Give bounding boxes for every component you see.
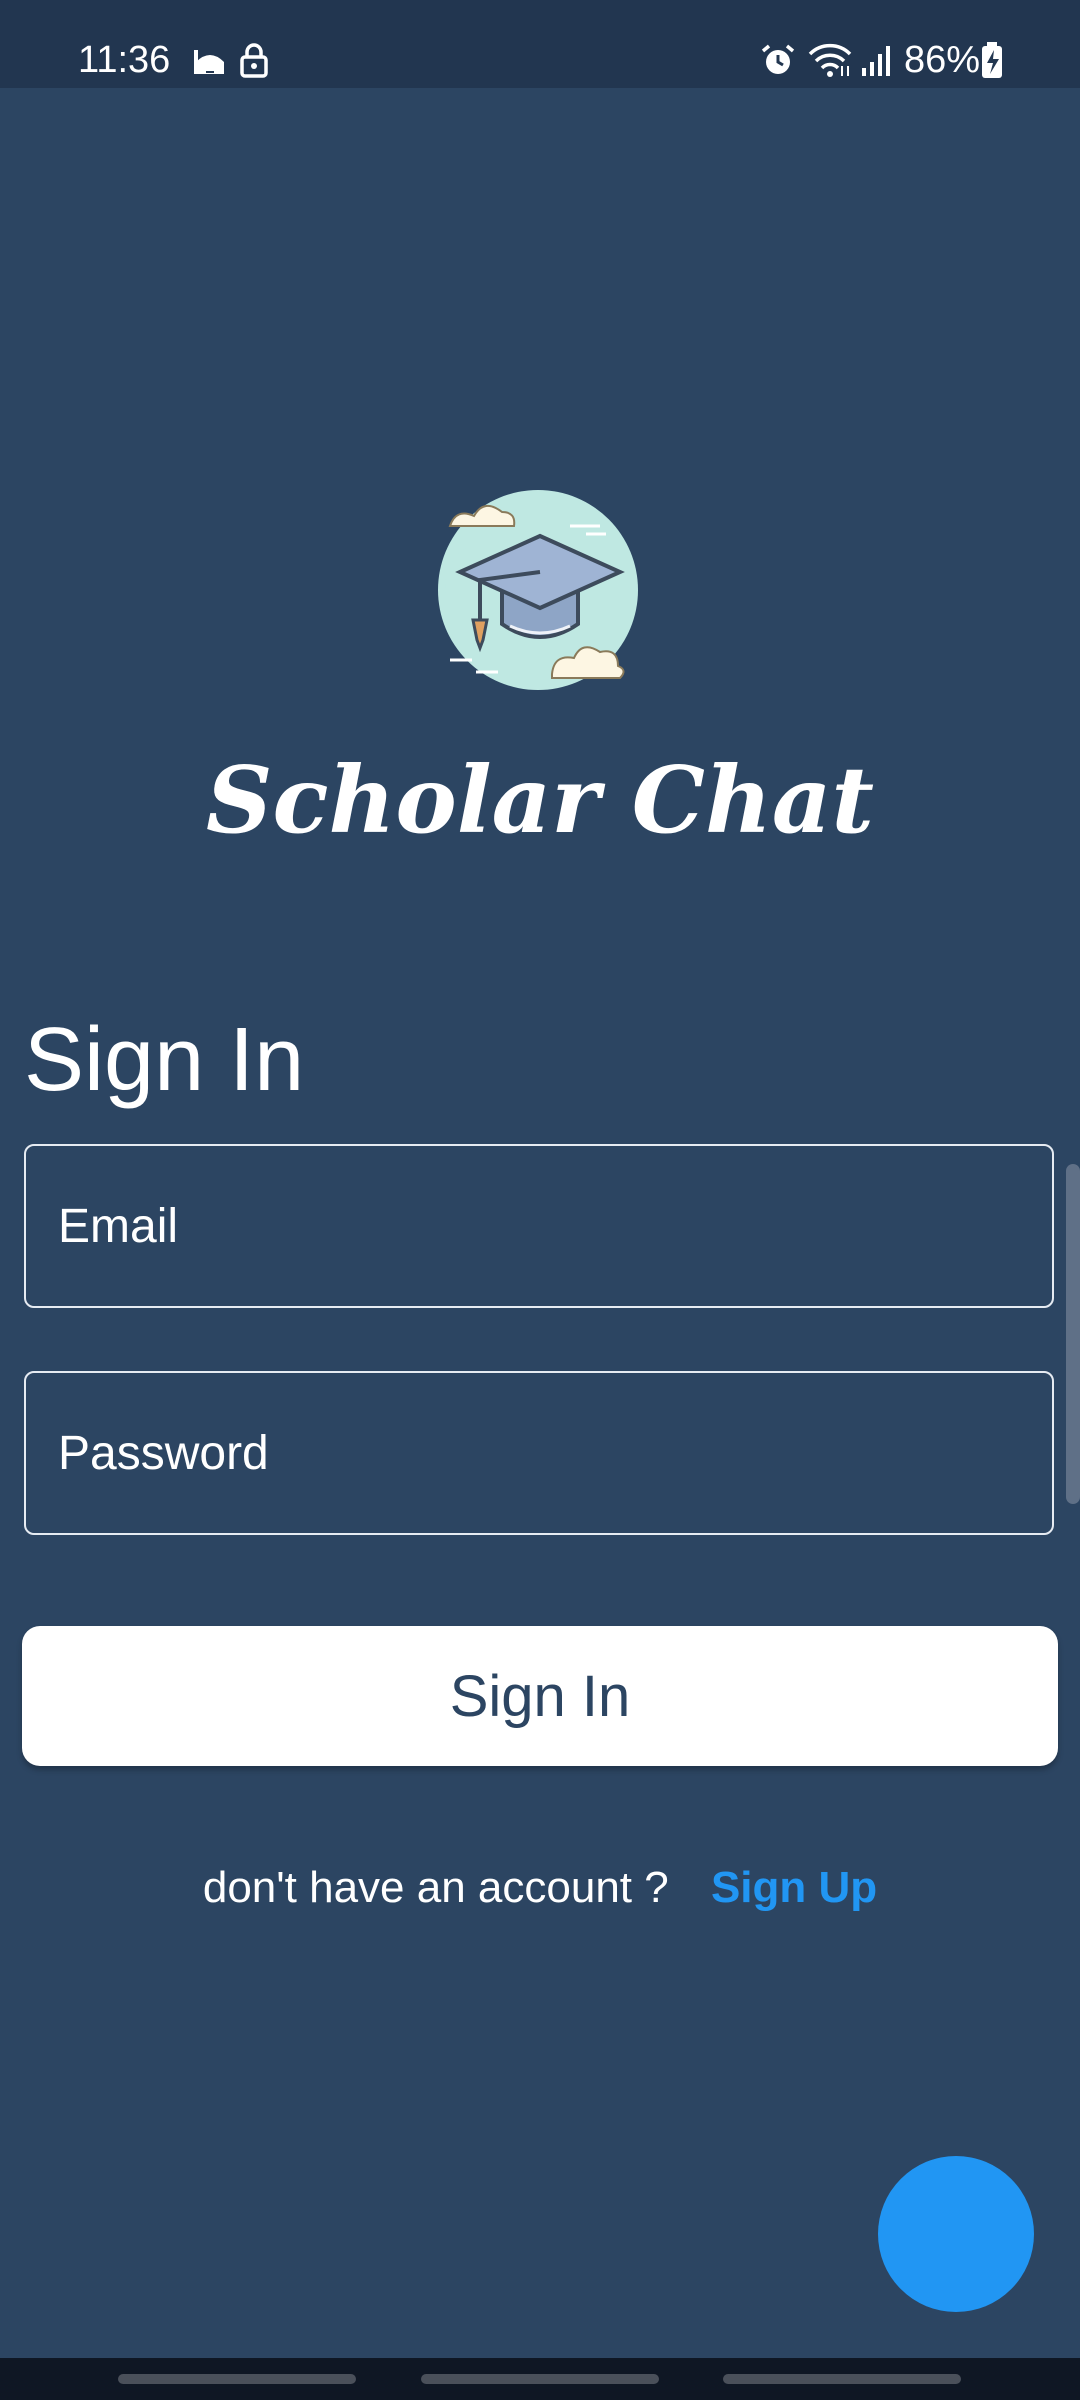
email-field-container: [24, 1144, 1054, 1308]
battery-percentage: 86%: [904, 39, 981, 81]
email-field[interactable]: [26, 1146, 1052, 1306]
floating-action-button[interactable]: [878, 2156, 1034, 2312]
scrollbar[interactable]: [1066, 1164, 1080, 1504]
nav-back-button[interactable]: [723, 2374, 961, 2384]
signup-prompt-text: don't have an account ?: [202, 1863, 669, 1912]
status-time: 11:36: [78, 39, 171, 81]
battery-charging-icon: [982, 42, 1002, 78]
page-title: Sign In: [24, 1010, 305, 1110]
signal-icon: [862, 46, 890, 76]
status-bar: 11:36 86%: [0, 0, 1080, 88]
sign-in-button[interactable]: Sign In: [22, 1626, 1058, 1766]
nav-recents-button[interactable]: [118, 2374, 356, 2384]
signup-prompt: don't have an account ? Sign Up: [0, 1858, 1080, 1918]
sign-up-link[interactable]: Sign Up: [711, 1863, 877, 1912]
alarm-icon: [761, 44, 795, 74]
app-title: Scholar Chat: [206, 746, 874, 854]
wifi-icon: [808, 43, 852, 77]
graduation-cap-icon: [438, 490, 638, 690]
nav-home-button[interactable]: [421, 2374, 659, 2384]
mosque-icon: [194, 50, 224, 74]
password-field-container: [24, 1371, 1054, 1535]
password-field[interactable]: [26, 1373, 1052, 1533]
lock-icon: [240, 43, 268, 78]
